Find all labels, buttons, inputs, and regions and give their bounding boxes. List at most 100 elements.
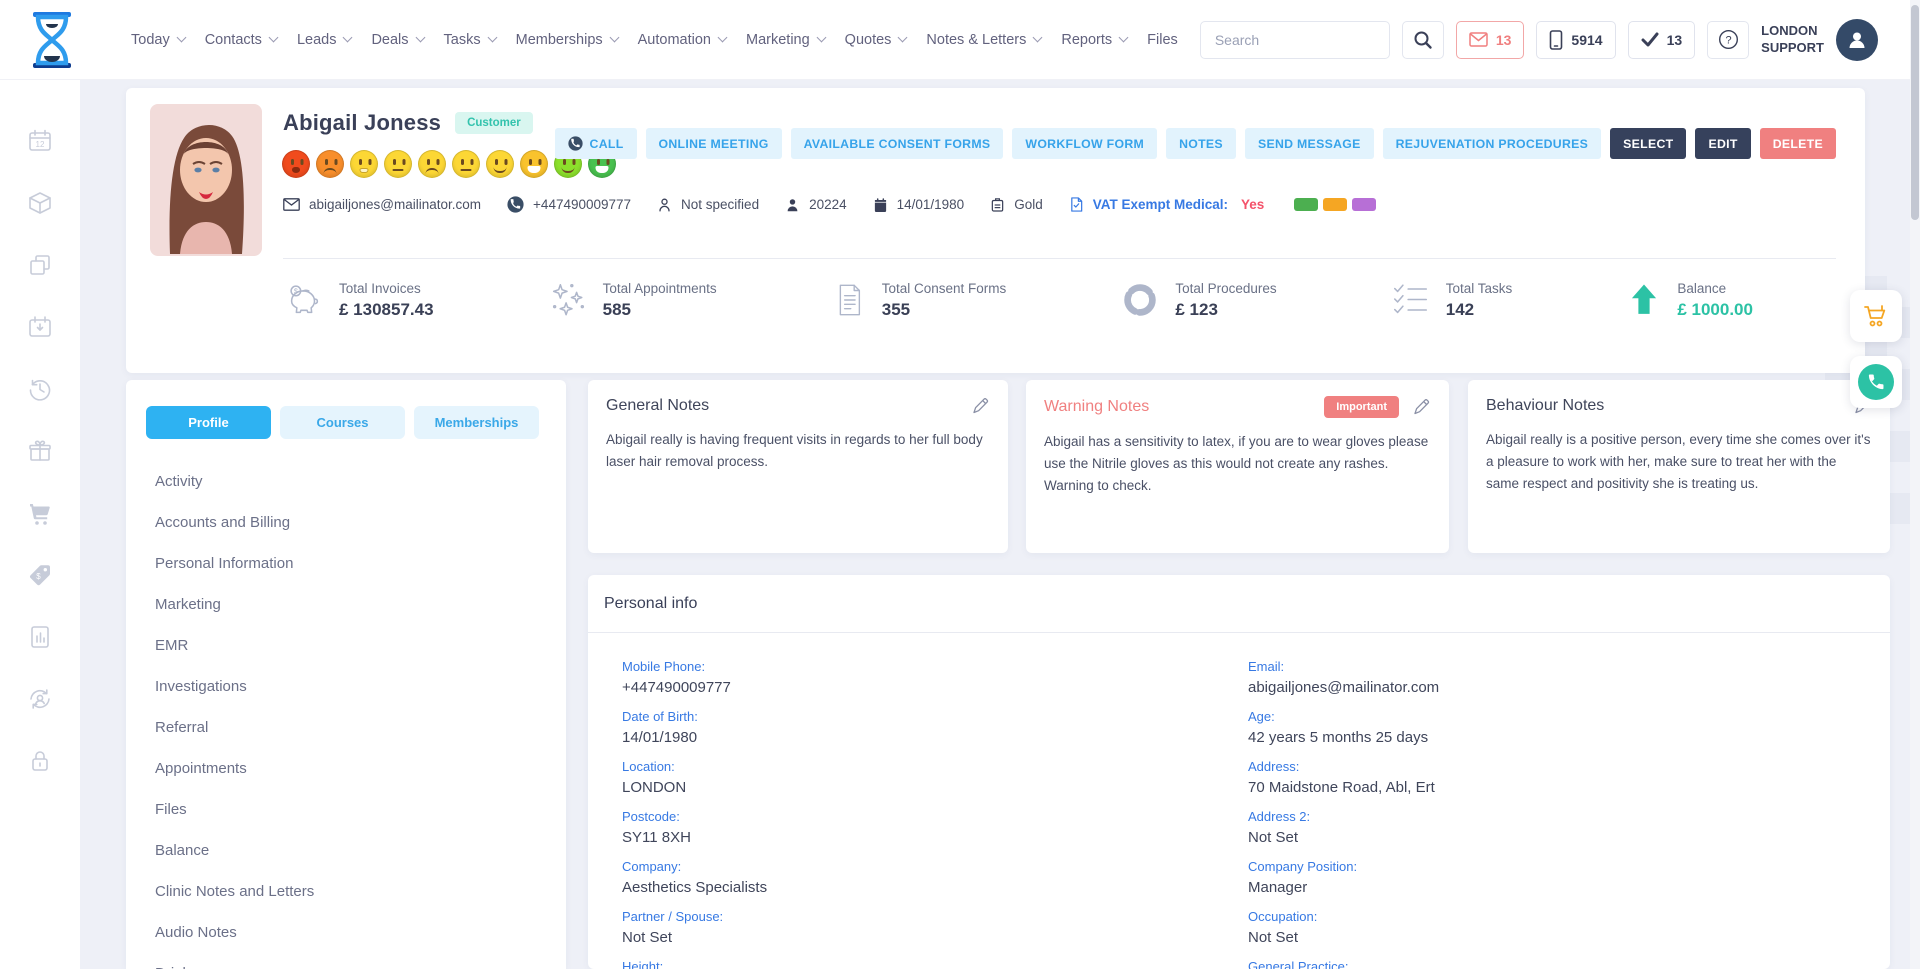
menu-item-clinic-notes-and-letters[interactable]: Clinic Notes and Letters [155, 871, 566, 912]
nav-files[interactable]: Files [1147, 32, 1178, 48]
calls-badge[interactable]: 5914 [1536, 21, 1615, 59]
mood-face-4[interactable] [384, 150, 412, 178]
call-button[interactable]: CALL [555, 128, 637, 159]
user-sync-icon[interactable] [27, 686, 53, 712]
patient-phone[interactable]: +447490009777 [507, 196, 631, 213]
calendar-import-icon[interactable] [27, 314, 53, 340]
general-notes-title: General Notes [606, 397, 970, 415]
menu-item-appointments[interactable]: Appointments [155, 748, 566, 789]
menu-item-files[interactable]: Files [155, 789, 566, 830]
tab-courses[interactable]: Courses [280, 406, 405, 439]
field-email: Email:abigailjones@mailinator.com [1248, 659, 1874, 696]
gift-icon[interactable] [27, 438, 53, 464]
menu-item-marketing[interactable]: Marketing [155, 584, 566, 625]
menu-item-audio-notes[interactable]: Audio Notes [155, 912, 566, 953]
copy-icon[interactable] [27, 252, 53, 278]
edit-warning-notes-button[interactable] [1411, 397, 1431, 417]
tag-chip-purple[interactable] [1352, 198, 1376, 211]
mood-mouth [596, 166, 609, 173]
personal-info-right-column: Email:abigailjones@mailinator.com Age:42… [1248, 659, 1874, 969]
mood-face-1[interactable] [282, 150, 310, 178]
tag-chip-orange[interactable] [1323, 198, 1347, 211]
patient-vat-status[interactable]: VAT Exempt Medical:Yes [1069, 196, 1265, 213]
menu-item-balance[interactable]: Balance [155, 830, 566, 871]
svg-text:12: 12 [36, 140, 45, 149]
rejuvenation-procedures-button[interactable]: REJUVENATION PROCEDURES [1383, 128, 1602, 159]
nav-notes-letters[interactable]: Notes & Letters [926, 32, 1041, 48]
menu-item-referral[interactable]: Referral [155, 707, 566, 748]
search-icon [1413, 30, 1433, 50]
select-button[interactable]: SELECT [1610, 128, 1686, 159]
send-message-button[interactable]: SEND MESSAGE [1245, 128, 1374, 159]
stat-total-appointments: Total Appointments585 [547, 280, 717, 320]
history-icon[interactable] [27, 376, 53, 402]
patient-id: 20224 [785, 197, 847, 213]
lock-icon[interactable] [27, 748, 53, 774]
menu-item-activity[interactable]: Activity [155, 461, 566, 502]
nav-marketing[interactable]: Marketing [746, 32, 825, 48]
mood-face-8[interactable] [520, 150, 548, 178]
user-icon [1845, 28, 1869, 52]
edit-general-notes-button[interactable] [970, 396, 990, 416]
app-logo-hourglass-icon[interactable] [28, 11, 76, 69]
floating-cart-button[interactable] [1850, 290, 1902, 342]
tag-chip-green[interactable] [1294, 198, 1318, 211]
svg-text:$: $ [294, 288, 298, 296]
chevron-down-icon [898, 33, 908, 43]
delete-button[interactable]: DELETE [1760, 128, 1836, 159]
user-avatar[interactable] [1836, 19, 1878, 61]
stats-row: $ Total Invoices£ 130857.43 Total Appoin… [283, 280, 1753, 320]
patient-email[interactable]: abigailjones@mailinator.com [283, 197, 481, 212]
nav-quotes[interactable]: Quotes [845, 32, 907, 48]
menu-item-investigations[interactable]: Investigations [155, 666, 566, 707]
profile-menu: Activity Accounts and Billing Personal I… [155, 461, 566, 969]
mood-face-2[interactable] [316, 150, 344, 178]
mood-eyes [427, 159, 430, 165]
nav-contacts[interactable]: Contacts [205, 32, 277, 48]
package-icon[interactable] [27, 190, 53, 216]
messages-badge[interactable]: 13 [1456, 21, 1525, 59]
nav-deals[interactable]: Deals [371, 32, 423, 48]
help-button[interactable]: ? [1707, 21, 1749, 59]
mood-face-5[interactable] [418, 150, 446, 178]
nav-tasks[interactable]: Tasks [444, 32, 496, 48]
menu-item-drinks[interactable]: Drinks [155, 953, 566, 969]
nav-leads[interactable]: Leads [297, 32, 352, 48]
workflow-form-button[interactable]: WORKFLOW FORM [1012, 128, 1157, 159]
mood-face-6[interactable] [452, 150, 480, 178]
edit-button[interactable]: EDIT [1695, 128, 1750, 159]
nav-memberships[interactable]: Memberships [516, 32, 618, 48]
mood-mouth [292, 167, 300, 173]
main-nav: Today Contacts Leads Deals Tasks Members… [131, 32, 1178, 48]
nav-reports[interactable]: Reports [1061, 32, 1127, 48]
floating-call-button[interactable] [1850, 356, 1902, 408]
field-age: Age:42 years 5 months 25 days [1248, 709, 1874, 746]
search-input[interactable] [1201, 32, 1389, 48]
search-button[interactable] [1402, 21, 1444, 59]
scrollbar-thumb[interactable] [1911, 5, 1919, 220]
warning-notes-body: Abigail has a sensitivity to latex, if y… [1044, 431, 1431, 497]
report-icon[interactable] [27, 624, 53, 650]
menu-item-emr[interactable]: EMR [155, 625, 566, 666]
tab-profile[interactable]: Profile [146, 406, 271, 439]
field-company: Company:Aesthetics Specialists [622, 859, 1248, 896]
pencil-icon [1411, 397, 1431, 417]
available-consent-forms-button[interactable]: AVAILABLE CONSENT FORMS [791, 128, 1004, 159]
chevron-down-icon [268, 33, 278, 43]
cart-icon[interactable] [27, 500, 53, 526]
tab-memberships[interactable]: Memberships [414, 406, 539, 439]
online-meeting-button[interactable]: ONLINE MEETING [646, 128, 782, 159]
mood-face-3[interactable] [350, 150, 378, 178]
calendar-icon[interactable]: 12 [27, 128, 53, 154]
price-tag-icon[interactable]: $ [27, 562, 53, 588]
mood-eyes [393, 159, 396, 165]
nav-today[interactable]: Today [131, 32, 185, 48]
app-root: Today Contacts Leads Deals Tasks Members… [0, 0, 1920, 969]
menu-item-accounts-and-billing[interactable]: Accounts and Billing [155, 502, 566, 543]
notes-button[interactable]: NOTES [1166, 128, 1236, 159]
scrollbar-track[interactable] [1910, 0, 1920, 969]
mood-face-7[interactable] [486, 150, 514, 178]
tasks-badge[interactable]: 13 [1628, 21, 1696, 59]
menu-item-personal-information[interactable]: Personal Information [155, 543, 566, 584]
nav-automation[interactable]: Automation [638, 32, 726, 48]
